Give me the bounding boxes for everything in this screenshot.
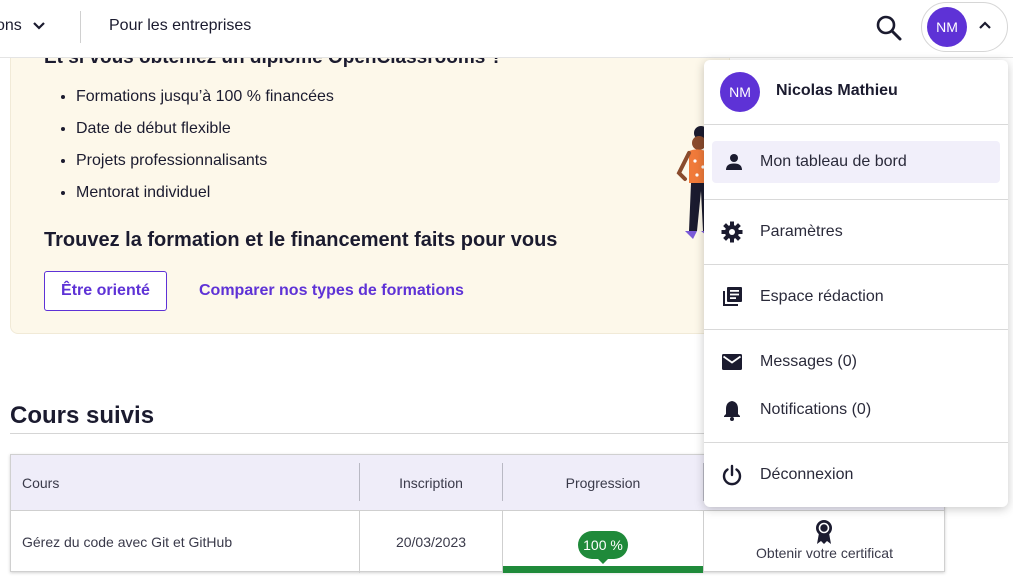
user-name: Nicolas Mathieu	[776, 82, 898, 99]
account-menu-toggle[interactable]: NM	[921, 2, 1008, 52]
promo-subheading: Trouvez la formation et le financement f…	[44, 229, 558, 251]
mail-icon	[722, 354, 742, 370]
menu-divider	[704, 442, 1008, 443]
nav-divider	[80, 11, 81, 43]
menu-item-dashboard[interactable]: Mon tableau de bord	[712, 141, 1000, 183]
certificate-ribbon-icon	[816, 520, 832, 544]
power-icon	[722, 464, 742, 486]
courses-section-title: Cours suivis	[10, 402, 155, 429]
nav-menu-formations[interactable]: ons	[0, 17, 46, 35]
menu-item-writing-space[interactable]: Espace rédaction	[712, 276, 1000, 318]
menu-divider	[704, 264, 1008, 265]
diploma-promo-banner: Et si vous obteniez un diplôme OpenClass…	[10, 40, 730, 334]
list-item: Formations jusqu’à 100 % financées	[76, 87, 334, 119]
menu-item-settings[interactable]: Paramètres	[712, 211, 1000, 253]
nav-menu-label: ons	[0, 17, 22, 34]
progress-badge: 100 %	[578, 531, 628, 559]
list-item: Mentorat individuel	[76, 183, 334, 215]
column-header-progress: Progression	[565, 475, 641, 491]
chevron-down-icon	[33, 22, 45, 30]
search-button[interactable]	[874, 13, 904, 43]
menu-divider	[704, 329, 1008, 330]
menu-item-label: Paramètres	[760, 223, 843, 240]
menu-item-label: Messages (0)	[760, 353, 857, 370]
bell-icon	[724, 401, 740, 421]
promo-benefits-list: Formations jusqu’à 100 % financées Date …	[76, 87, 334, 215]
list-item: Projets professionnalisants	[76, 151, 334, 183]
menu-divider	[704, 124, 1008, 125]
top-navigation: ons Pour les entreprises NM	[0, 0, 1013, 58]
library-books-icon	[723, 287, 742, 306]
cell-divider	[703, 511, 704, 573]
progress-bar	[503, 566, 703, 573]
get-certificate-link[interactable]: Obtenir votre certificat	[704, 545, 945, 561]
menu-avatar: NM	[720, 72, 760, 112]
progress-badge-pointer	[597, 558, 609, 564]
menu-item-notifications[interactable]: Notifications (0)	[712, 389, 1000, 431]
enrollment-date-cell: 20/03/2023	[395, 534, 467, 550]
column-header-course: Cours	[22, 475, 60, 491]
menu-item-messages[interactable]: Messages (0)	[712, 341, 1000, 383]
list-item: Date de début flexible	[76, 119, 334, 151]
chevron-up-icon	[979, 21, 991, 29]
cell-divider	[502, 511, 503, 573]
column-header-date: Inscription	[399, 475, 463, 491]
menu-item-label: Notifications (0)	[760, 401, 872, 418]
account-dropdown-menu: NM Nicolas Mathieu Mon tableau de bord P…	[704, 60, 1008, 507]
compare-formations-link[interactable]: Comparer nos types de formations	[199, 282, 464, 300]
nav-link-entreprises[interactable]: Pour les entreprises	[109, 17, 251, 35]
search-icon	[876, 15, 902, 41]
person-icon	[726, 154, 742, 170]
menu-divider	[704, 199, 1008, 200]
menu-item-label: Mon tableau de bord	[760, 153, 907, 170]
avatar: NM	[927, 7, 967, 47]
course-name-cell[interactable]: Gérez du code avec Git et GitHub	[22, 511, 232, 573]
gear-icon	[721, 221, 743, 243]
menu-item-label: Espace rédaction	[760, 288, 884, 305]
menu-item-label: Déconnexion	[760, 466, 854, 483]
orient-button[interactable]: Être orienté	[44, 271, 167, 311]
menu-item-logout[interactable]: Déconnexion	[712, 454, 1000, 496]
